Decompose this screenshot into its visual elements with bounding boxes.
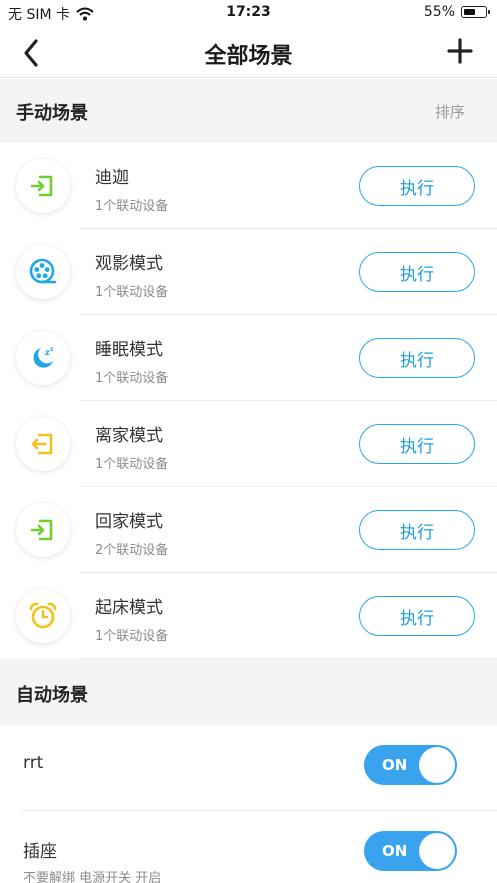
svg-text:z: z	[50, 346, 54, 353]
scene-name: 回家模式	[95, 512, 163, 532]
scene-row[interactable]: z z 睡眠模式 1个联动设备 执行	[0, 315, 497, 401]
scene-icon-badge	[16, 589, 70, 643]
page-title: 全部场景	[204, 44, 293, 69]
scene-device-count: 1个联动设备	[95, 629, 169, 644]
add-scene-button[interactable]	[445, 36, 475, 66]
scene-row[interactable]: 迪迦 1个联动设备 执行	[0, 143, 497, 229]
nav-bar: 全部场景	[0, 28, 497, 78]
auto-scene-name: rrt	[23, 753, 44, 773]
scene-icon-badge: z z	[16, 331, 70, 385]
manual-section-title: 手动场景	[16, 103, 88, 124]
manual-scene-list: 迪迦 1个联动设备 执行 观影模式 1个联动设备 执行 z z 睡眠模式 1个联动设备 执行 …	[0, 143, 497, 659]
execute-button[interactable]: 执行	[359, 596, 475, 636]
execute-button[interactable]: 执行	[359, 252, 475, 292]
status-bar: 无 SIM 卡 17:23 55%	[0, 0, 497, 28]
manual-section-header: 手动场景 排序	[0, 79, 497, 143]
scene-row[interactable]: 离家模式 1个联动设备 执行	[0, 401, 497, 487]
scene-name: 起床模式	[95, 598, 163, 618]
enter-door-icon	[30, 175, 53, 197]
toggle-label: ON	[382, 756, 408, 774]
scene-device-count: 2个联动设备	[95, 543, 169, 558]
scene-toggle[interactable]: ON	[364, 745, 457, 785]
scene-icon-badge	[16, 245, 70, 299]
scene-name: 睡眠模式	[95, 340, 163, 360]
battery-percent: 55%	[423, 4, 455, 20]
scene-row[interactable]: 起床模式 1个联动设备 执行	[0, 573, 497, 659]
battery-fill	[463, 8, 475, 15]
alarm-clock-icon	[29, 602, 57, 629]
status-time: 17:23	[226, 4, 271, 20]
scene-icon-badge	[16, 503, 70, 557]
status-right: 55%	[423, 4, 490, 20]
execute-button[interactable]: 执行	[359, 510, 475, 550]
leave-door-icon	[31, 433, 53, 455]
auto-section-header: 自动场景	[0, 659, 497, 725]
execute-button[interactable]: 执行	[359, 166, 475, 206]
execute-button[interactable]: 执行	[359, 424, 475, 464]
scene-row[interactable]: 回家模式 2个联动设备 执行	[0, 487, 497, 573]
scene-device-count: 1个联动设备	[95, 285, 169, 300]
scene-name: 离家模式	[95, 426, 163, 446]
sort-button[interactable]: 排序	[435, 101, 465, 122]
scene-device-count: 1个联动设备	[95, 457, 169, 472]
battery-icon	[461, 6, 490, 18]
scene-icon-badge	[16, 417, 70, 471]
enter-door-icon	[30, 519, 53, 541]
scene-device-count: 1个联动设备	[95, 371, 169, 386]
auto-scene-name: 插座	[23, 842, 57, 862]
auto-scene-sub: 不要解绑 电源开关 开启	[23, 871, 162, 883]
scene-name: 观影模式	[95, 254, 163, 274]
auto-scene-row: rrt ON	[0, 725, 497, 811]
scene-icon-badge	[16, 159, 70, 213]
plus-icon	[447, 38, 473, 64]
toggle-label: ON	[382, 842, 408, 860]
auto-section-title: 自动场景	[16, 685, 88, 706]
auto-scene-row: 插座不要解绑 电源开关 开启 ON	[0, 811, 497, 883]
moon-sleep-icon: z z	[33, 346, 54, 368]
toggle-knob	[419, 833, 455, 869]
auto-scene-list: rrt ON 插座不要解绑 电源开关 开启 ON	[0, 725, 497, 883]
scene-name: 迪迦	[95, 168, 129, 188]
scene-row[interactable]: 观影模式 1个联动设备 执行	[0, 229, 497, 315]
scene-toggle[interactable]: ON	[364, 831, 457, 871]
execute-button[interactable]: 执行	[359, 338, 475, 378]
film-reel-icon	[29, 258, 57, 284]
scene-device-count: 1个联动设备	[95, 199, 169, 214]
toggle-knob	[419, 747, 455, 783]
